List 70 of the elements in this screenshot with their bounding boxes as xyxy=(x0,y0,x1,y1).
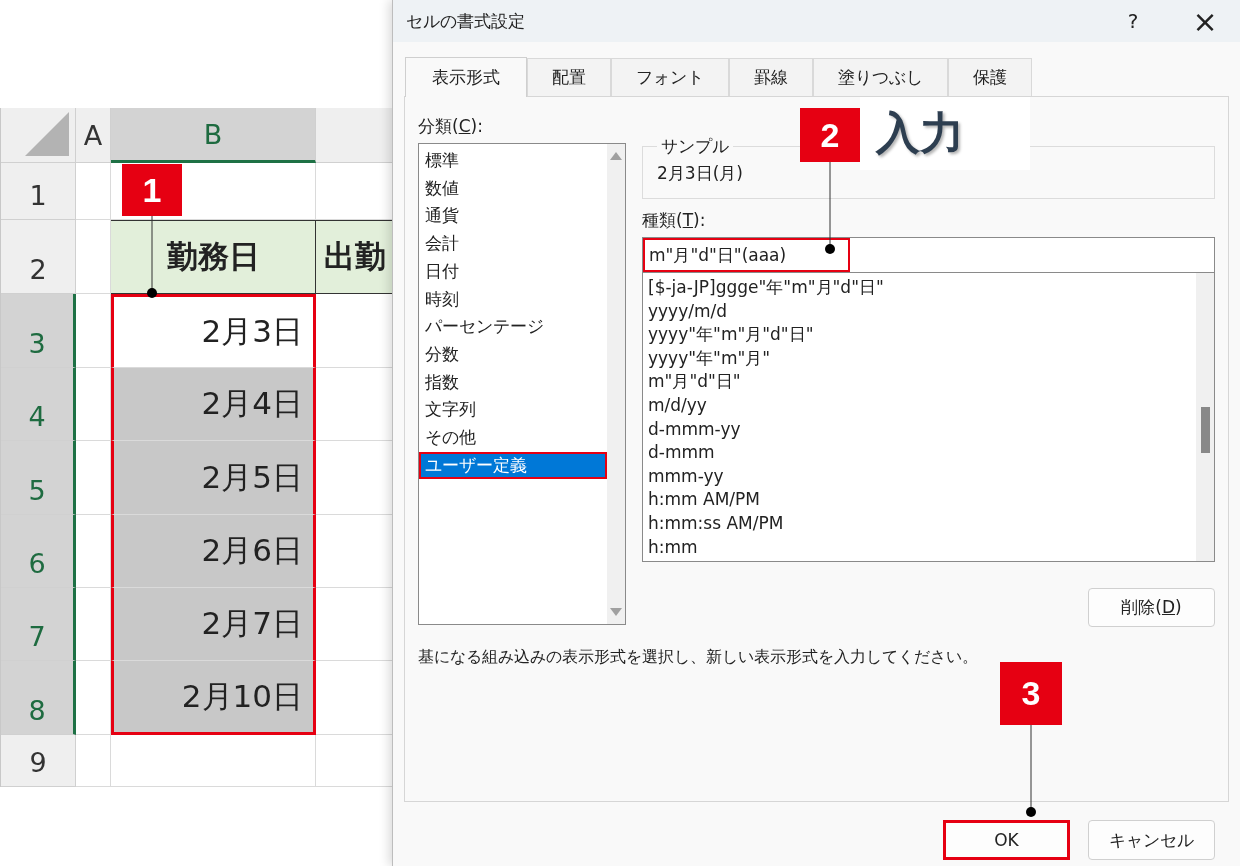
tab[interactable]: 表示形式 xyxy=(405,57,527,97)
category-item[interactable]: パーセンテージ xyxy=(419,313,607,341)
step-number-badge: 3 xyxy=(1000,662,1062,725)
format-item[interactable]: yyyy"年"m"月" xyxy=(648,346,1196,371)
step-number-badge: 1 xyxy=(122,164,182,216)
close-button[interactable]: × xyxy=(1169,2,1240,40)
delete-button[interactable]: 削除(D) xyxy=(1088,588,1215,627)
date-cell: 2月5日 xyxy=(111,441,316,515)
category-item[interactable]: その他 xyxy=(419,424,607,452)
row-header[interactable]: 1 xyxy=(1,163,76,220)
tab[interactable]: 罫線 xyxy=(729,58,813,96)
scroll-down-icon[interactable] xyxy=(610,608,622,616)
category-item[interactable]: 文字列 xyxy=(419,396,607,425)
row-header[interactable]: 9 xyxy=(1,735,76,787)
format-item[interactable]: h:mm AM/PM xyxy=(648,488,1196,512)
scrollbar-thumb[interactable] xyxy=(1201,407,1210,453)
row-header[interactable]: 8 xyxy=(1,661,76,735)
tab[interactable]: 配置 xyxy=(527,58,611,96)
format-item[interactable]: mmm-yy xyxy=(648,464,1196,489)
row-header[interactable]: 7 xyxy=(1,588,76,661)
format-item[interactable]: h:mm xyxy=(648,535,1196,560)
row-header[interactable]: 3 xyxy=(1,294,76,368)
format-list[interactable]: [$-ja-JP]ggge"年"m"月"d"日" yyyy/m/d yyyy"年"m"月"d"日" yyyy"年"m"月" m"月"d"日" m/d/yy d-mmm-yy d-mmm mmm-yy h:mm AM/PM h:mm:ss AM/PM h:mm xyxy=(642,273,1215,562)
format-item[interactable]: yyyy"年"m"月"d"日" xyxy=(648,323,1196,347)
format-item[interactable]: m"月"d"日" xyxy=(648,370,1196,394)
category-item[interactable]: ユーザー定義 xyxy=(419,451,607,480)
date-cell: 2月3日 xyxy=(111,294,316,368)
format-item[interactable]: yyyy/m/d xyxy=(648,299,1196,324)
date-cell: 2月6日 xyxy=(111,515,316,588)
column-header[interactable]: B xyxy=(111,108,316,163)
row-header[interactable]: 5 xyxy=(1,441,76,515)
sample-value: 2月3日(月) xyxy=(657,163,743,183)
select-all-triangle-icon[interactable] xyxy=(25,112,69,156)
cancel-button[interactable]: キャンセル xyxy=(1088,820,1215,860)
category-item[interactable]: 分数 xyxy=(419,340,607,369)
callout-label: 入力 xyxy=(860,97,1030,170)
category-item[interactable]: 会計 xyxy=(419,230,607,258)
column-title-cell: 勤務日 xyxy=(111,220,316,294)
description-text: 基になる組み込みの表示形式を選択し、新しい表示形式を入力してください。 xyxy=(418,647,979,668)
format-item[interactable]: d-mmm xyxy=(648,441,1196,465)
format-item[interactable]: [$-ja-JP]ggge"年"m"月"d"日" xyxy=(648,276,1196,300)
dialog-title: セルの書式設定 xyxy=(406,9,526,33)
format-item[interactable]: d-mmm-yy xyxy=(648,417,1196,442)
type-input-field[interactable]: m"月"d"日"(aaa) xyxy=(642,237,1215,273)
help-button[interactable]: ? xyxy=(1097,8,1169,34)
row-header[interactable]: 4 xyxy=(1,368,76,441)
format-item[interactable]: h:mm:ss AM/PM xyxy=(648,511,1196,536)
scroll-up-icon[interactable] xyxy=(610,152,622,160)
row-header[interactable]: 6 xyxy=(1,515,76,588)
category-label: 分類(C): xyxy=(418,115,484,138)
date-cell: 2月7日 xyxy=(111,588,316,661)
date-cell: 2月10日 xyxy=(111,661,316,735)
ok-button[interactable]: OK xyxy=(943,820,1070,860)
column-header[interactable]: A xyxy=(76,108,111,163)
tab[interactable]: フォント xyxy=(611,58,729,96)
category-item[interactable]: 標準 xyxy=(419,147,607,175)
category-item[interactable]: 数値 xyxy=(419,174,607,203)
format-item[interactable]: m/d/yy xyxy=(648,393,1196,418)
row-header[interactable]: 2 xyxy=(1,220,76,294)
category-item[interactable]: 通貨 xyxy=(419,202,607,231)
category-item[interactable]: 時刻 xyxy=(419,285,607,314)
step-number-badge: 2 xyxy=(800,108,860,162)
type-label: 種類(T): xyxy=(642,209,707,232)
sample-legend: サンプル xyxy=(657,135,733,158)
category-item[interactable]: 指数 xyxy=(419,368,607,397)
date-cell: 2月4日 xyxy=(111,368,316,441)
category-list[interactable]: 標準 数値 通貨 会計 日付 時刻 パーセンテージ 分数 指数 文字列 その他 ユーザー定義 xyxy=(418,143,626,625)
category-item[interactable]: 日付 xyxy=(419,257,607,286)
tab[interactable]: 保護 xyxy=(948,58,1032,96)
tab[interactable]: 塗りつぶし xyxy=(813,58,948,96)
